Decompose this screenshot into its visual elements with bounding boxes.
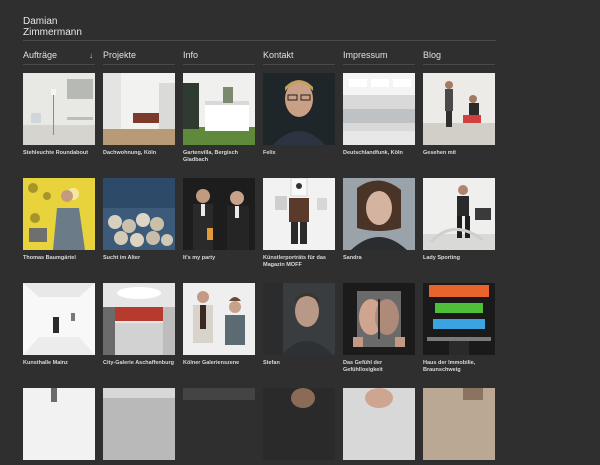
- brand-last-name: Zimmermann: [23, 27, 82, 38]
- project-thumbnail: [423, 178, 495, 250]
- project-thumbnail: [423, 73, 495, 145]
- project-thumbnail: [263, 73, 335, 145]
- project-tile[interactable]: It's my party: [183, 178, 255, 262]
- project-tile[interactable]: Kunsthalle Mainz: [23, 283, 95, 367]
- project-tile[interactable]: Thomas Baumgärtel: [23, 178, 95, 262]
- nav-underline: [423, 64, 495, 65]
- project-thumbnail: [103, 283, 175, 355]
- nav-label: Kontakt: [263, 50, 294, 60]
- nav-blog[interactable]: Blog: [423, 50, 495, 65]
- project-caption: Lady Sporting: [423, 255, 460, 261]
- project-tile[interactable]: City-Galerie Aschaffenburg: [103, 283, 175, 367]
- project-caption: Gartenvilla, Bergisch Gladbach: [183, 150, 239, 163]
- project-tile[interactable]: Sucht im Alter: [103, 178, 175, 262]
- project-caption: Deutschlandfunk, Köln: [343, 150, 403, 156]
- project-thumbnail: [183, 178, 255, 250]
- project-caption: It's my party: [183, 255, 216, 261]
- nav-kontakt[interactable]: Kontakt: [263, 50, 335, 65]
- project-thumbnail: [103, 73, 175, 145]
- project-tile[interactable]: Stehleuchte Roundabout: [23, 73, 95, 157]
- project-caption: Stehleuchte Roundabout: [23, 150, 89, 156]
- nav-projekte[interactable]: Projekte: [103, 50, 175, 65]
- brand-first-name: Damian: [23, 16, 58, 27]
- project-tile[interactable]: Stefan: [263, 283, 335, 367]
- header-divider: [23, 40, 496, 41]
- nav-label: Aufträge: [23, 50, 58, 60]
- project-thumbnail: [423, 283, 495, 355]
- project-thumbnail: [423, 388, 495, 460]
- nav-underline: [263, 64, 335, 65]
- project-caption: Sucht im Alter: [103, 255, 141, 261]
- project-caption: Haus der Immobilie, Braunschweig: [423, 360, 476, 373]
- nav-label: Impressum: [343, 50, 388, 60]
- project-thumbnail: [183, 283, 255, 355]
- project-caption: Felix: [263, 150, 276, 156]
- project-tile[interactable]: Haus der Immobilie, Braunschweig: [423, 283, 495, 374]
- project-thumbnail: [183, 73, 255, 145]
- project-tile[interactable]: Dachwohnung, Köln: [103, 73, 175, 157]
- nav-label: Projekte: [103, 50, 137, 60]
- project-tile[interactable]: Sandra: [343, 178, 415, 262]
- project-thumbnail: [343, 283, 415, 355]
- nav-auftraege[interactable]: Aufträge ↓: [23, 50, 95, 65]
- nav-underline: [23, 64, 95, 65]
- project-tile[interactable]: Lady Sporting: [423, 178, 495, 262]
- project-thumbnail: [23, 283, 95, 355]
- project-thumbnail: [343, 73, 415, 145]
- project-tile[interactable]: Felix: [263, 73, 335, 157]
- project-thumbnail: [263, 178, 335, 250]
- nav-underline: [343, 64, 415, 65]
- project-thumbnail: [23, 73, 95, 145]
- project-caption: Thomas Baumgärtel: [23, 255, 76, 261]
- project-tile[interactable]: Das Gefühl der Gefühllosigkeit: [343, 283, 415, 374]
- site-logo[interactable]: Damian Zimmermann: [23, 16, 82, 38]
- project-caption: Gesehen mit: [423, 150, 457, 156]
- project-caption: Dachwohnung, Köln: [103, 150, 157, 156]
- project-thumbnail: [103, 388, 175, 460]
- project-thumbnail: [343, 388, 415, 460]
- project-tile[interactable]: Deutschlandfunk, Köln: [343, 73, 415, 157]
- project-caption: Stefan: [263, 360, 280, 366]
- project-caption: Kunsthalle Mainz: [23, 360, 68, 366]
- nav-label: Info: [183, 50, 199, 60]
- project-tile[interactable]: Künstlerporträts für das Magazin MOFF: [263, 178, 335, 269]
- project-caption: Sandra: [343, 255, 362, 261]
- project-thumbnail: [263, 283, 335, 355]
- project-thumbnail: [343, 178, 415, 250]
- project-thumbnail: [183, 388, 255, 460]
- nav-underline: [103, 64, 175, 65]
- project-thumbnail: [23, 388, 95, 460]
- nav-underline: [183, 64, 255, 65]
- main-nav: Aufträge ↓ Projekte Info Kontakt Impress…: [23, 50, 503, 66]
- project-thumbnail: [23, 178, 95, 250]
- project-caption: City-Galerie Aschaffenburg: [103, 360, 175, 366]
- project-caption: Künstlerporträts für das Magazin MOFF: [263, 255, 326, 268]
- nav-info[interactable]: Info: [183, 50, 255, 65]
- project-tile[interactable]: Kölner Galerienszene: [183, 283, 255, 367]
- project-tile[interactable]: Gartenvilla, Bergisch Gladbach: [183, 73, 255, 164]
- project-tile[interactable]: Gesehen mit: [423, 73, 495, 157]
- project-caption: Kölner Galerienszene: [183, 360, 240, 366]
- project-thumbnail: [263, 388, 335, 460]
- arrow-down-icon: ↓: [89, 51, 93, 60]
- nav-impressum[interactable]: Impressum: [343, 50, 415, 65]
- project-thumbnail: [103, 178, 175, 250]
- nav-label: Blog: [423, 50, 442, 60]
- project-caption: Das Gefühl der Gefühllosigkeit: [343, 360, 383, 373]
